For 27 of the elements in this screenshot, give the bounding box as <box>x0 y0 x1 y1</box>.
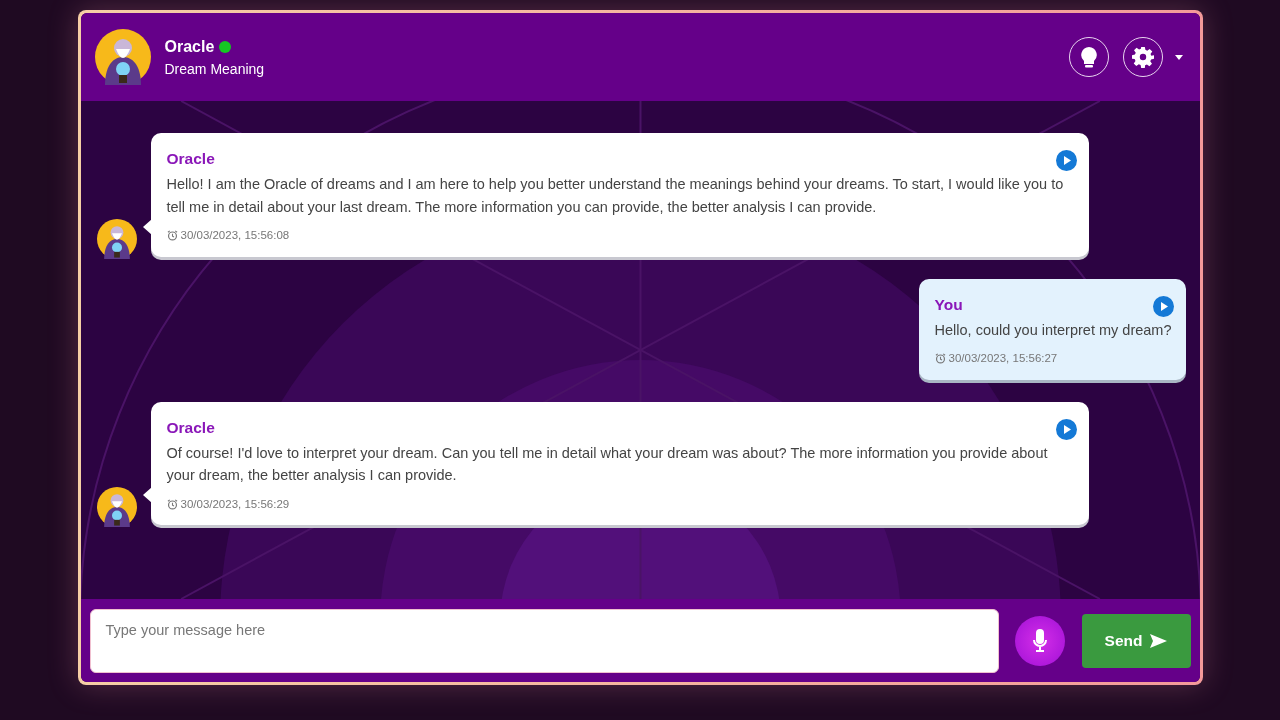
contact-subtitle: Dream Meaning <box>164 59 266 79</box>
sender-name: Oracle <box>166 417 215 438</box>
sender-name: Oracle <box>166 149 215 169</box>
message-text: Hello, could you interpret my dream? <box>934 320 1172 340</box>
message-time: 30/03/2023, 15:56:08 <box>180 228 290 244</box>
alarm-clock-icon <box>934 353 946 365</box>
send-button[interactable]: Send <box>1081 613 1191 668</box>
alarm-clock-icon <box>166 498 178 510</box>
contact-name: Oracle <box>164 36 215 57</box>
message-time: 30/03/2023, 15:56:29 <box>180 496 290 512</box>
message-text: Hello! I am the Oracle of dreams and I am here to help you better understand the meanings behind your dreams. To start, I would like you to tell me in detail about your last dream. The more information you can provide, the better analysis I can provide. <box>166 175 1065 217</box>
message-input[interactable]: Type your message here <box>89 608 999 673</box>
play-button[interactable] <box>1055 416 1077 438</box>
avatar <box>94 29 151 85</box>
avatar <box>96 487 137 527</box>
alarm-clock-icon <box>166 230 178 242</box>
microphone-icon <box>1032 628 1047 653</box>
settings-icon <box>1131 46 1154 68</box>
caret-icon[interactable] <box>1174 54 1183 60</box>
message-time: 30/03/2023, 15:56:27 <box>948 351 1058 367</box>
message-text: Of course! I'd love to interpret your dream. Can you tell me in detail what your dream was about? The more information you provide about your dream, the better analysis I can provide. <box>166 443 1049 486</box>
sender-name: You <box>934 294 963 315</box>
send-icon <box>1150 633 1168 648</box>
play-button[interactable] <box>1152 293 1174 315</box>
lightbulb-icon <box>1079 46 1098 68</box>
avatar <box>96 218 137 259</box>
play-button[interactable] <box>1055 148 1077 169</box>
